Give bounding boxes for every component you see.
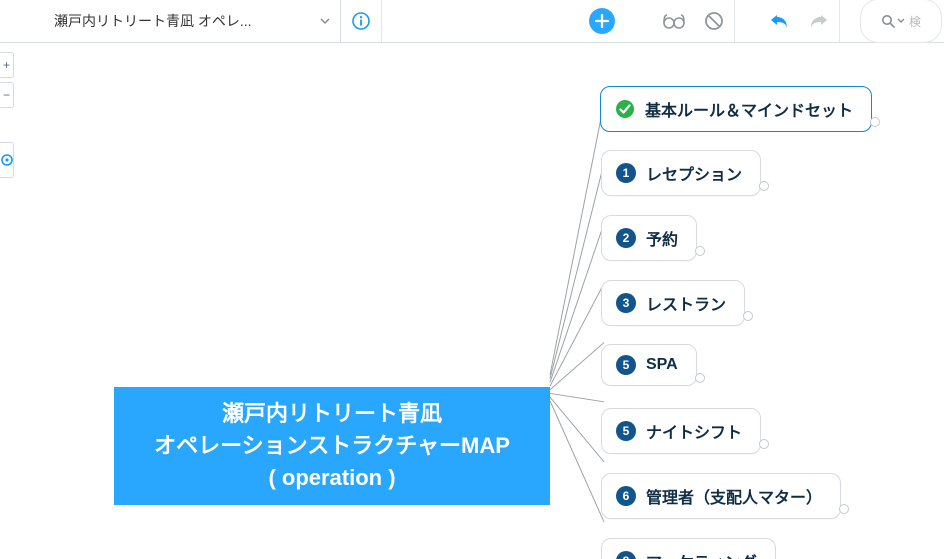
toolbar: 瀬戸内リトリート青凪 オペレ... xyxy=(0,0,944,43)
child-node[interactable]: 6 管理者（支配人マター） xyxy=(601,473,841,519)
root-line2: オペレーションストラクチャーMAP xyxy=(154,430,510,462)
expand-handle[interactable] xyxy=(870,117,880,127)
redo-icon xyxy=(808,12,830,30)
expand-handle[interactable] xyxy=(759,181,769,191)
presentation-button[interactable] xyxy=(654,0,694,42)
toolbar-spacer xyxy=(382,0,582,42)
undo-icon xyxy=(768,12,790,30)
expand-handle[interactable] xyxy=(759,439,769,449)
child-node-label: マーケティング xyxy=(646,549,757,559)
root-line3: ( operation ) xyxy=(268,462,395,494)
number-badge: 5 xyxy=(616,421,636,441)
toolbar-spacer xyxy=(622,0,654,42)
chevron-down-icon xyxy=(897,17,905,25)
document-title: 瀬戸内リトリート青凪 オペレ... xyxy=(54,11,312,31)
number-badge: 6 xyxy=(616,486,636,506)
child-node-label: レセプション xyxy=(646,161,742,185)
search-icon xyxy=(881,14,895,28)
add-node-button[interactable] xyxy=(582,0,622,42)
child-node-label: 管理者（支配人マター） xyxy=(646,484,822,508)
check-icon xyxy=(615,99,635,119)
block-icon xyxy=(704,11,724,31)
undo-button[interactable] xyxy=(759,0,799,42)
number-badge: 1 xyxy=(616,163,636,183)
document-title-dropdown[interactable]: 瀬戸内リトリート青凪 オペレ... xyxy=(34,0,341,42)
redo-button[interactable] xyxy=(799,0,840,42)
child-node-label: 基本ルール＆マインドセット xyxy=(645,97,853,121)
child-node[interactable]: 2 予約 xyxy=(601,215,697,261)
expand-handle[interactable] xyxy=(695,373,705,383)
child-node[interactable]: 基本ルール＆マインドセット xyxy=(600,86,872,132)
number-badge: 2 xyxy=(616,228,636,248)
glasses-icon xyxy=(661,12,687,30)
info-icon xyxy=(351,11,371,31)
number-badge: 5 xyxy=(616,355,636,375)
child-node-label: ナイトシフト xyxy=(646,419,742,443)
child-node-label: SPA xyxy=(646,356,678,374)
root-node[interactable]: 瀬戸内リトリート青凪 オペレーションストラクチャーMAP ( operation… xyxy=(114,387,550,505)
disable-button[interactable] xyxy=(694,0,735,42)
child-node[interactable]: 5 ナイトシフト xyxy=(601,408,761,454)
search-box[interactable]: 検 xyxy=(860,0,942,43)
plus-icon xyxy=(594,13,610,29)
root-line1: 瀬戸内リトリート青凪 xyxy=(222,398,442,430)
expand-handle[interactable] xyxy=(695,246,705,256)
expand-handle[interactable] xyxy=(743,311,753,321)
mindmap-canvas[interactable]: 瀬戸内リトリート青凪 オペレーションストラクチャーMAP ( operation… xyxy=(0,42,944,559)
info-button[interactable] xyxy=(341,0,382,42)
number-badge: 3 xyxy=(616,293,636,313)
search-placeholder: 検 xyxy=(909,13,921,30)
expand-handle[interactable] xyxy=(839,504,849,514)
caret-down-icon xyxy=(320,16,330,26)
child-node[interactable]: 1 レセプション xyxy=(601,150,761,196)
child-node-label: レストラン xyxy=(646,291,726,315)
child-node[interactable]: 3 レストラン xyxy=(601,280,745,326)
child-node-label: 予約 xyxy=(646,226,678,250)
number-badge: 8 xyxy=(616,551,636,559)
child-node[interactable]: 8 マーケティング xyxy=(601,538,776,559)
child-node[interactable]: 5 SPA xyxy=(601,344,697,386)
